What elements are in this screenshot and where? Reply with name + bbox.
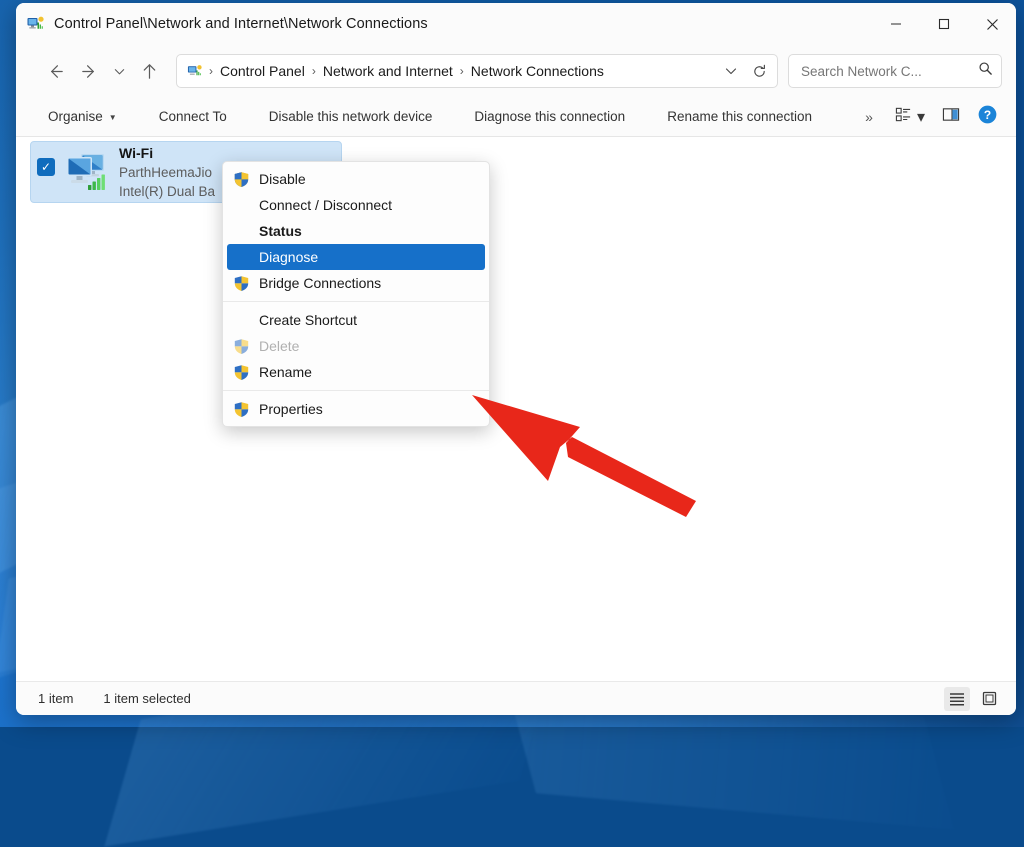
context-menu-item-connect-disconnect[interactable]: Connect / Disconnect (223, 192, 489, 218)
context-menu-label: Bridge Connections (259, 275, 381, 291)
connection-checkbox[interactable]: ✓ (37, 158, 55, 176)
address-dropdown-chevron-down-icon[interactable] (717, 57, 745, 85)
view-toggle-group (944, 687, 1002, 711)
uac-shield-icon (233, 338, 250, 355)
forward-arrow-icon[interactable] (72, 55, 106, 87)
search-box[interactable] (788, 54, 1002, 88)
view-options-button[interactable]: ▾ (889, 102, 931, 132)
context-menu-separator (223, 301, 489, 302)
uac-shield-icon (233, 275, 250, 292)
connection-name: Wi-Fi (119, 144, 215, 163)
context-menu-item-bridge-connections[interactable]: Bridge Connections (223, 270, 489, 296)
connection-adapter-name: Intel(R) Dual Ba (119, 182, 215, 201)
help-button[interactable]: ? (971, 102, 1004, 132)
context-menu-item-status[interactable]: Status (223, 218, 489, 244)
context-menu-label: Disable (259, 171, 306, 187)
network-connections-icon (26, 14, 46, 34)
recent-locations-chevron-down-icon[interactable] (106, 55, 132, 87)
chevron-down-icon: ▼ (109, 113, 117, 122)
context-menu-item-create-shortcut[interactable]: Create Shortcut (223, 307, 489, 333)
red-arrow-annotation-icon (468, 389, 708, 529)
toolbar-disable-device-button[interactable]: Disable this network device (259, 104, 443, 129)
breadcrumb-control-panel[interactable]: Control Panel (214, 60, 311, 82)
context-menu-separator (223, 390, 489, 391)
toolbar-organise-button[interactable]: Organise ▼ (38, 104, 127, 129)
breadcrumb-separator: › (459, 64, 465, 78)
help-icon: ? (977, 104, 998, 130)
control-panel-icon (187, 63, 204, 80)
status-selection-count: 1 item selected (103, 691, 220, 706)
refresh-icon[interactable] (745, 57, 773, 85)
window-title: Control Panel\Network and Internet\Netwo… (54, 16, 428, 32)
context-menu-label: Create Shortcut (259, 312, 357, 328)
context-menu-label: Rename (259, 364, 312, 380)
toolbar-overflow-label: » (865, 109, 873, 125)
maximize-button[interactable] (920, 3, 968, 45)
uac-shield-icon (233, 364, 250, 381)
context-menu-label: Properties (259, 401, 323, 417)
context-menu-label: Diagnose (259, 249, 318, 265)
context-menu-item-delete: Delete (223, 333, 489, 359)
view-options-icon (895, 106, 912, 128)
status-bar: 1 item 1 item selected (16, 681, 1016, 715)
toolbar-connect-to-button[interactable]: Connect To (149, 104, 237, 129)
back-arrow-icon[interactable] (38, 55, 72, 87)
context-menu-item-properties[interactable]: Properties (223, 396, 489, 422)
toolbar-diagnose-connection-label: Diagnose this connection (474, 109, 625, 124)
preview-pane-button[interactable] (935, 102, 967, 132)
uac-shield-icon (233, 171, 250, 188)
toolbar-organise-label: Organise (48, 109, 103, 124)
preview-pane-icon (942, 106, 960, 128)
context-menu: Disable Connect / Disconnect Status Diag… (222, 161, 490, 427)
toolbar-connect-to-label: Connect To (159, 109, 227, 124)
toolbar-rename-connection-label: Rename this connection (667, 109, 812, 124)
command-toolbar: Organise ▼ Connect To Disable this netwo… (16, 97, 1016, 137)
toolbar-rename-connection-button[interactable]: Rename this connection (657, 104, 822, 129)
large-icons-view-icon[interactable] (976, 687, 1002, 711)
breadcrumb-network-connections[interactable]: Network Connections (465, 60, 610, 82)
connections-list-area: ✓ (16, 137, 1016, 681)
toolbar-right-group: » ▾ (853, 102, 1004, 132)
breadcrumb-separator: › (311, 64, 317, 78)
navigation-bar: › Control Panel › Network and Internet ›… (16, 45, 1016, 97)
window-controls (872, 3, 1016, 45)
svg-text:?: ? (984, 107, 991, 121)
search-input[interactable] (801, 64, 978, 79)
context-menu-label: Status (259, 223, 302, 239)
network-adapter-icon (61, 149, 113, 195)
chevron-down-icon: ▾ (917, 107, 925, 127)
up-arrow-icon[interactable] (132, 55, 166, 87)
breadcrumb-network-and-internet[interactable]: Network and Internet (317, 60, 459, 82)
context-menu-label: Connect / Disconnect (259, 197, 392, 213)
context-menu-item-disable[interactable]: Disable (223, 166, 489, 192)
search-icon[interactable] (978, 61, 993, 81)
address-bar[interactable]: › Control Panel › Network and Internet ›… (176, 54, 778, 88)
details-view-icon[interactable] (944, 687, 970, 711)
status-item-count: 1 item (38, 691, 103, 706)
toolbar-overflow-button[interactable]: » (853, 102, 885, 132)
context-menu-item-rename[interactable]: Rename (223, 359, 489, 385)
context-menu-item-diagnose[interactable]: Diagnose (227, 244, 485, 270)
connection-text: Wi-Fi ParthHeemaJio Intel(R) Dual Ba (119, 144, 215, 201)
file-explorer-window: Control Panel\Network and Internet\Netwo… (16, 3, 1016, 715)
uac-shield-icon (233, 401, 250, 418)
context-menu-label: Delete (259, 338, 299, 354)
close-button[interactable] (968, 3, 1016, 45)
toolbar-disable-device-label: Disable this network device (269, 109, 433, 124)
toolbar-diagnose-connection-button[interactable]: Diagnose this connection (464, 104, 635, 129)
connection-network-name: ParthHeemaJio (119, 163, 215, 182)
title-bar: Control Panel\Network and Internet\Netwo… (16, 3, 1016, 45)
minimize-button[interactable] (872, 3, 920, 45)
